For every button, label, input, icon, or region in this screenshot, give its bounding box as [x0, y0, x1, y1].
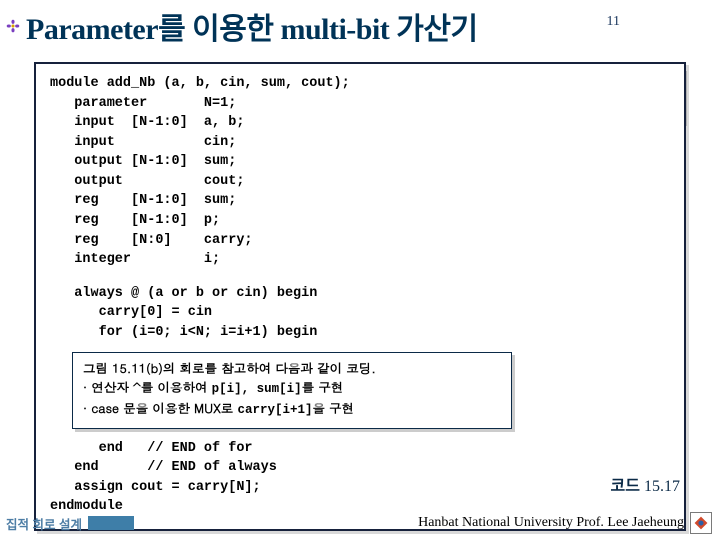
note-line-2: · 연산자 ^를 이용하여 p[i], sum[i]를 구현 — [83, 378, 501, 399]
flower-bullet-icon — [6, 19, 20, 33]
footer-right-text: Hanbat National University Prof. Lee Jae… — [418, 515, 684, 531]
footer-left: 집적 회로 설계 — [6, 514, 134, 533]
code-caption-number: 15.17 — [644, 478, 680, 495]
footer-left-text: 집적 회로 설계 — [6, 514, 82, 533]
footer-accent-icon — [88, 516, 134, 530]
footer-right: Hanbat National University Prof. Lee Jae… — [418, 512, 712, 534]
university-logo-icon — [690, 512, 712, 534]
footer: 집적 회로 설계 Hanbat National University Prof… — [0, 512, 720, 534]
instruction-note: 그림 15.11(b)의 회로를 참고하여 다음과 같이 코딩. · 연산자 ^… — [72, 352, 512, 428]
code-section-declarations: module add_Nb (a, b, cin, sum, cout); pa… — [50, 74, 670, 270]
code-caption-label: 코드 — [611, 478, 640, 495]
code-section-end: end // END of for end // END of always a… — [50, 439, 670, 517]
code-section-always: always @ (a or b or cin) begin carry[0] … — [50, 284, 670, 343]
note-line-3: · case 문을 이용한 MUX로 carry[i+1]을 구현 — [83, 399, 501, 420]
code-caption: 코드 15.17 — [611, 472, 680, 496]
page-title: Parameter를 이용한 multi-bit 가산기 — [26, 4, 478, 48]
code-block: module add_Nb (a, b, cin, sum, cout); pa… — [34, 62, 686, 531]
page-number: 11 — [607, 14, 620, 30]
note-line-1: 그림 15.11(b)의 회로를 참고하여 다음과 같이 코딩. — [83, 359, 501, 378]
